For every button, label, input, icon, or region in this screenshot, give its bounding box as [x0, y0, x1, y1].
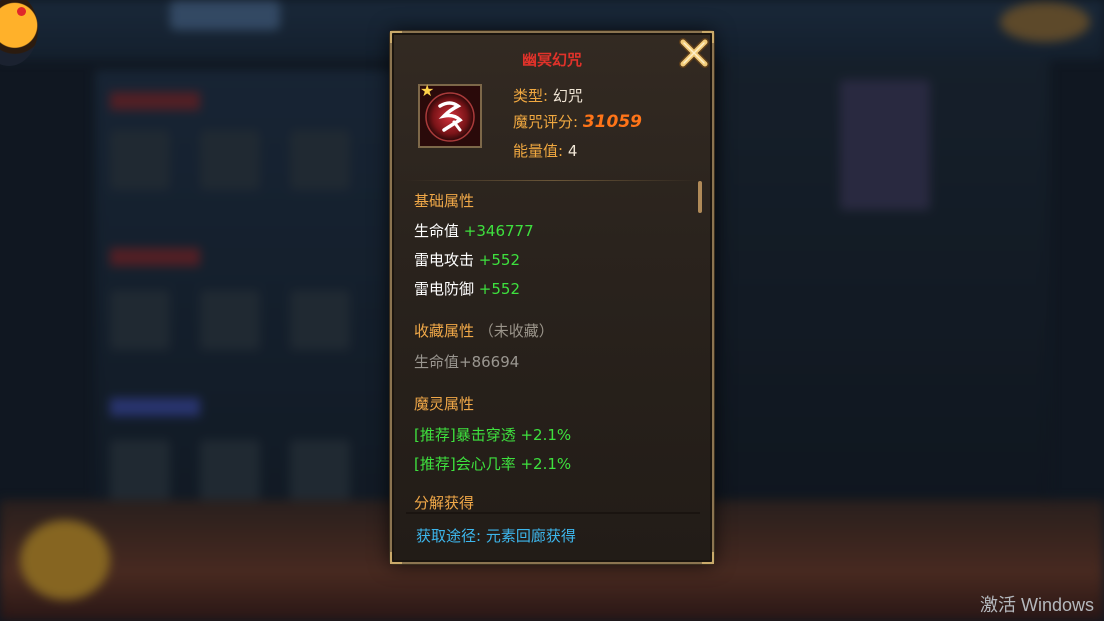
stat-value: +346777 [463, 222, 534, 240]
footer-divider [406, 512, 700, 514]
star-icon: ★ [420, 81, 435, 100]
energy-value: 4 [567, 142, 578, 160]
collection-attributes-title: 收藏属性 （未收藏） [414, 320, 554, 341]
basic-attributes-title: 基础属性 [414, 192, 475, 210]
panel-corner [390, 31, 402, 43]
windows-activation-watermark: 激活 Windows [980, 595, 1095, 615]
type-label: 类型: [513, 87, 549, 105]
source-info: 获取途径: 元素回廊获得 [416, 525, 576, 546]
score-label: 魔咒评分: [513, 113, 579, 131]
decompose-title: 分解获得 [414, 494, 475, 511]
panel-corner [702, 552, 714, 564]
item-score-row: 魔咒评分: 31059 [513, 111, 642, 132]
source-value: 元素回廊获得 [485, 527, 576, 545]
stat-line: 生命值+86694 [414, 353, 520, 371]
scrollbar-thumb[interactable] [698, 181, 702, 213]
type-value: 幻咒 [552, 87, 583, 105]
spirit-attributes-title: 魔灵属性 [414, 395, 475, 413]
notification-dot [17, 7, 26, 16]
source-label: 获取途径: [416, 527, 482, 545]
energy-label: 能量值: [513, 142, 564, 160]
stat-line: 雷电防御 +552 [414, 278, 520, 299]
stat-name: 雷电攻击 [414, 251, 475, 269]
stat-name: 雷电防御 [414, 280, 475, 298]
item-tooltip-panel: 幽冥幻咒 ★ 类型: 幻咒 魔咒评分: 31059 能量值: 4 基础属性 生命… [390, 31, 714, 564]
stat-line: 生命值 +346777 [414, 220, 534, 241]
stat-value: +552 [478, 280, 520, 298]
stat-value: +552 [478, 251, 520, 269]
collection-title-text: 收藏属性 [414, 322, 475, 340]
item-energy-row: 能量值: 4 [513, 140, 577, 161]
attributes-scroll-area[interactable]: 基础属性 生命值 +346777 雷电攻击 +552 雷电防御 +552 收藏属… [392, 183, 712, 511]
item-type-row: 类型: 幻咒 [513, 85, 583, 106]
panel-corner [390, 552, 402, 564]
header-divider [406, 180, 700, 181]
close-x-icon [679, 38, 709, 68]
stat-line: [推荐]会心几率 +2.1% [414, 455, 572, 473]
close-button[interactable] [678, 37, 710, 69]
stat-line: [推荐]暴击穿透 +2.1% [414, 426, 572, 444]
collection-status-note: （未收藏） [478, 322, 554, 340]
item-name: 幽冥幻咒 [521, 51, 582, 69]
stat-name: 生命值 [414, 222, 460, 240]
score-value: 31059 [582, 112, 642, 132]
stat-line: 雷电攻击 +552 [414, 249, 520, 270]
